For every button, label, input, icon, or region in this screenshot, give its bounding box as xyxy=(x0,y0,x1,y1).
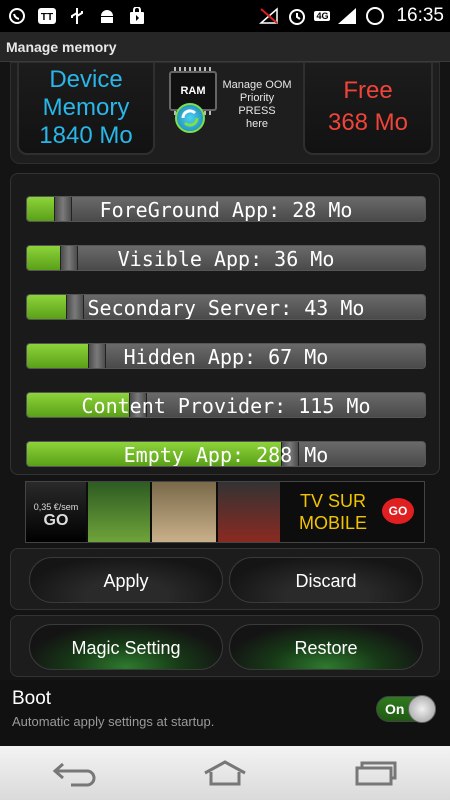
boot-toggle[interactable]: On xyxy=(376,695,436,723)
apply-button[interactable]: Apply xyxy=(29,557,223,603)
slider-foreground-app[interactable]: ForeGround App: 28 Mo xyxy=(26,196,426,222)
device-memory-sublabel: Memory xyxy=(42,94,130,121)
no-signal-icon xyxy=(258,6,280,26)
back-button[interactable] xyxy=(45,751,105,795)
network-type-badge: 4G xyxy=(314,11,331,21)
slider-label: Empty App: 288 Mo xyxy=(123,443,329,467)
memory-panel: Device Memory 1840 Mo RAM Manage OOM Pri… xyxy=(10,62,440,164)
device-memory-value: 1840 Mo xyxy=(39,122,133,149)
slider-empty-app[interactable]: Empty App: 288 Mo xyxy=(26,441,426,467)
ad-image-cat xyxy=(152,482,216,542)
ad-go-button[interactable]: GO xyxy=(382,498,414,524)
ad-brand: 0,35 €/sem GO xyxy=(26,482,86,542)
free-memory-box: Free 368 Mo xyxy=(303,63,433,155)
ad-headline-line-1: TV SUR xyxy=(299,491,366,511)
oom-text-line-1: Manage OOM xyxy=(222,79,292,91)
slider-label: Secondary Server: 43 Mo xyxy=(87,296,365,320)
free-memory-label: Free xyxy=(343,77,393,104)
boot-setting-row: Boot Automatic apply settings at startup… xyxy=(0,680,450,746)
home-icon xyxy=(204,760,246,786)
chip-label: RAM xyxy=(180,85,206,97)
battery-icon xyxy=(364,6,386,26)
shopping-bag-icon xyxy=(126,6,148,26)
status-bar: TT 4G 16:35 xyxy=(0,0,450,32)
ad-banner[interactable]: 0,35 €/sem GO TV SUR MOBILE GO xyxy=(25,481,425,543)
signal-icon xyxy=(336,6,358,26)
boot-subtitle: Automatic apply settings at startup. xyxy=(12,714,215,729)
slider-secondary-server[interactable]: Secondary Server: 43 Mo xyxy=(26,294,426,320)
slider-content-provider[interactable]: Content Provider: 115 Mo xyxy=(26,392,426,418)
ad-image-football xyxy=(88,482,150,542)
alarm-icon xyxy=(286,6,308,26)
title-bar: Manage memory xyxy=(0,32,450,62)
tt-icon: TT xyxy=(36,6,58,26)
slider-visible-app[interactable]: Visible App: 36 Mo xyxy=(26,245,426,271)
slider-label: Content Provider: 115 Mo xyxy=(81,394,371,418)
android-icon xyxy=(96,6,118,26)
slider-label: Hidden App: 67 Mo xyxy=(123,345,329,369)
oom-text-line-2: Priority xyxy=(239,92,275,104)
free-memory-value: 368 Mo xyxy=(327,109,409,136)
oom-text-line-3: PRESS xyxy=(238,105,276,117)
slider-hidden-app[interactable]: Hidden App: 67 Mo xyxy=(26,343,426,369)
oom-sliders-panel: ForeGround App: 28 Mo Visible App: 36 Mo… xyxy=(10,173,440,475)
discard-button[interactable]: Discard xyxy=(229,557,423,603)
refresh-arrows-icon xyxy=(175,103,205,133)
slider-label: Visible App: 36 Mo xyxy=(117,247,335,271)
toggle-label: On xyxy=(385,701,405,717)
back-icon xyxy=(52,762,96,787)
ad-image-motorbike xyxy=(218,482,280,542)
usb-icon xyxy=(66,6,88,26)
page-title: Manage memory xyxy=(6,38,117,55)
oom-text: Manage OOM Priority PRESS here xyxy=(219,79,295,131)
ad-price: 0,35 €/sem xyxy=(33,502,79,512)
recent-apps-button[interactable] xyxy=(345,751,405,795)
home-button[interactable] xyxy=(195,751,255,795)
whatsapp-icon xyxy=(6,6,28,26)
device-memory-box: Device Memory 1840 Mo xyxy=(17,63,155,155)
navigation-bar xyxy=(0,746,450,800)
svg-text:TT: TT xyxy=(41,12,53,23)
recent-apps-icon xyxy=(355,761,397,786)
magic-restore-panel: Magic Setting Restore xyxy=(10,615,440,677)
ad-brand-logo: GO xyxy=(43,512,69,529)
restore-button[interactable]: Restore xyxy=(229,624,423,670)
slider-label: ForeGround App: 28 Mo xyxy=(99,198,353,222)
boot-title: Boot xyxy=(12,688,52,709)
magic-setting-button[interactable]: Magic Setting xyxy=(29,624,223,670)
toggle-knob xyxy=(408,695,436,723)
apply-discard-panel: Apply Discard xyxy=(10,548,440,610)
oom-text-line-4: here xyxy=(245,118,269,130)
clock: 16:35 xyxy=(396,5,444,26)
ad-headline-line-2: MOBILE xyxy=(298,513,368,533)
device-memory-label: Device xyxy=(49,66,123,93)
manage-oom-button[interactable]: RAM Manage OOM Priority PRESS here xyxy=(159,63,295,155)
ad-headline: TV SUR MOBILE xyxy=(288,490,378,534)
